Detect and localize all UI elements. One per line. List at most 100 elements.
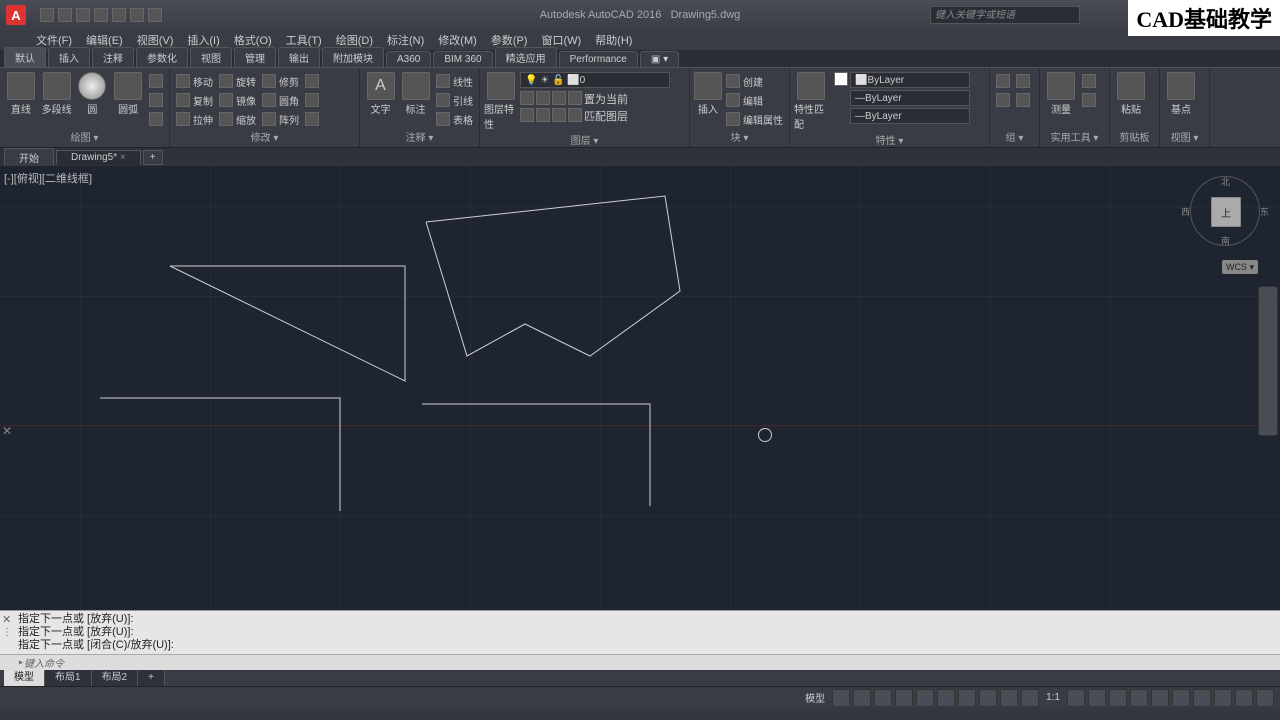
qa-undo-icon[interactable]: [130, 8, 144, 22]
layer-tool-1[interactable]: [520, 91, 534, 105]
group-btn[interactable]: [994, 72, 1012, 90]
block-attr[interactable]: 编辑属性: [724, 110, 785, 128]
status-polar-icon[interactable]: [895, 689, 913, 707]
trim-button[interactable]: 修剪: [260, 72, 301, 90]
modify-extra-3[interactable]: [303, 110, 321, 128]
tab-parametric[interactable]: 参数化: [136, 47, 188, 67]
panel-layers-title[interactable]: 图层 ▾: [484, 131, 685, 148]
wcs-dropdown[interactable]: WCS ▾: [1222, 260, 1258, 274]
qa-open-icon[interactable]: [58, 8, 72, 22]
qa-save-icon[interactable]: [76, 8, 90, 22]
tab-bim360[interactable]: BIM 360: [433, 51, 492, 67]
tab-manage[interactable]: 管理: [234, 47, 276, 67]
polygon-shape[interactable]: [426, 196, 680, 356]
status-annomon-icon[interactable]: [1109, 689, 1127, 707]
command-line[interactable]: ✕ ⋮ 指定下一点或 [放弃(U)]: 指定下一点或 [放弃(U)]: 指定下一…: [0, 610, 1280, 670]
match-props-button[interactable]: 特性匹配: [794, 72, 828, 131]
file-tab-drawing[interactable]: Drawing5* ×: [56, 150, 141, 165]
stretch-button[interactable]: 拉伸: [174, 110, 215, 128]
copy-button[interactable]: 复制: [174, 91, 215, 109]
move-button[interactable]: 移动: [174, 72, 215, 90]
vc-east[interactable]: 东: [1260, 205, 1269, 218]
tab-insert[interactable]: 插入: [48, 47, 90, 67]
tab-default[interactable]: 默认: [4, 47, 46, 67]
panel-view-title[interactable]: 视图 ▾: [1164, 128, 1205, 145]
panel-props-title[interactable]: 特性 ▾: [794, 131, 985, 148]
table-button[interactable]: 表格: [434, 110, 475, 128]
base-view-button[interactable]: 基点: [1164, 72, 1198, 116]
vc-north[interactable]: 北: [1221, 175, 1230, 188]
status-osnap-icon[interactable]: [916, 689, 934, 707]
tab-a360[interactable]: A360: [386, 51, 431, 67]
paste-button[interactable]: 粘贴: [1114, 72, 1148, 116]
linear-dim[interactable]: 线性: [434, 72, 475, 90]
ungroup-btn[interactable]: [994, 91, 1012, 109]
tab-overflow[interactable]: ▣ ▾: [640, 51, 679, 67]
panel-modify-title[interactable]: 修改 ▾: [174, 128, 355, 145]
qa-print-icon[interactable]: [112, 8, 126, 22]
status-custom-icon[interactable]: [1256, 689, 1274, 707]
close-tab-icon[interactable]: ×: [120, 152, 126, 163]
open-polyline-1[interactable]: [100, 398, 340, 511]
layout-add[interactable]: +: [138, 670, 165, 686]
status-snap-icon[interactable]: [853, 689, 871, 707]
panel-group-title[interactable]: 组 ▾: [994, 128, 1035, 145]
viewport-close-icon[interactable]: ✕: [2, 424, 12, 438]
status-transparency-icon[interactable]: [1000, 689, 1018, 707]
status-scale[interactable]: 1:1: [1042, 692, 1064, 703]
status-units-icon[interactable]: [1130, 689, 1148, 707]
array-button[interactable]: 阵列: [260, 110, 301, 128]
status-ortho-icon[interactable]: [874, 689, 892, 707]
status-3dosnap-icon[interactable]: [937, 689, 955, 707]
measure-button[interactable]: 测量: [1044, 72, 1078, 116]
match-layer-label[interactable]: 匹配图层: [584, 108, 628, 124]
layout-model[interactable]: 模型: [4, 670, 45, 686]
rotate-button[interactable]: 旋转: [217, 72, 258, 90]
layer-tool-7[interactable]: [552, 108, 566, 122]
mirror-button[interactable]: 镜像: [217, 91, 258, 109]
layer-props-button[interactable]: 图层特性: [484, 72, 518, 131]
modify-extra-2[interactable]: [303, 91, 321, 109]
status-annoscale-icon[interactable]: [1067, 689, 1085, 707]
tab-addins[interactable]: 附加模块: [322, 47, 384, 67]
line-button[interactable]: 直线: [4, 72, 38, 116]
polyline-button[interactable]: 多段线: [40, 72, 74, 116]
lineweight-combo[interactable]: — ByLayer: [850, 90, 970, 106]
triangle-shape[interactable]: [170, 266, 405, 381]
status-clean-icon[interactable]: [1235, 689, 1253, 707]
modify-extra-1[interactable]: [303, 72, 321, 90]
status-model[interactable]: 模型: [801, 690, 829, 705]
circle-button[interactable]: 圆: [76, 72, 110, 116]
help-search-input[interactable]: 键入关键字或短语: [930, 6, 1080, 24]
cmd-close-icon[interactable]: ✕: [2, 613, 11, 626]
menu-help[interactable]: 帮助(H): [589, 30, 638, 50]
color-combo[interactable]: ⬜ ByLayer: [850, 72, 970, 88]
util-2[interactable]: [1080, 91, 1098, 109]
qa-redo-icon[interactable]: [148, 8, 162, 22]
panel-annot-title[interactable]: 注释 ▾: [364, 128, 475, 145]
status-otrack-icon[interactable]: [958, 689, 976, 707]
file-tab-new[interactable]: +: [143, 150, 163, 165]
arc-button[interactable]: 圆弧: [111, 72, 145, 116]
status-qp-icon[interactable]: [1151, 689, 1169, 707]
fillet-button[interactable]: 圆角: [260, 91, 301, 109]
status-lock-icon[interactable]: [1172, 689, 1190, 707]
vc-south[interactable]: 南: [1221, 234, 1230, 247]
file-tab-start[interactable]: 开始: [4, 148, 54, 167]
leader-button[interactable]: 引线: [434, 91, 475, 109]
tab-view[interactable]: 视图: [190, 47, 232, 67]
layer-combo[interactable]: 💡 ☀ 🔓 ⬜ 0: [520, 72, 670, 88]
panel-draw-title[interactable]: 绘图 ▾: [4, 128, 165, 145]
status-cycle-icon[interactable]: [1021, 689, 1039, 707]
color-swatch-icon[interactable]: [834, 72, 848, 86]
drawing-canvas[interactable]: [-][俯视][二维线框] ✕ 北 南 西 东 上 WCS ▾: [0, 166, 1280, 610]
set-current-label[interactable]: 置为当前: [584, 91, 628, 107]
vc-west[interactable]: 西: [1181, 205, 1190, 218]
tab-annotate[interactable]: 注释: [92, 47, 134, 67]
draw-extra-1[interactable]: [147, 72, 165, 90]
layer-tool-3[interactable]: [552, 91, 566, 105]
util-1[interactable]: [1080, 72, 1098, 90]
layout-2[interactable]: 布局2: [92, 670, 139, 686]
group-sel-btn[interactable]: [1014, 91, 1032, 109]
layer-tool-5[interactable]: [520, 108, 534, 122]
